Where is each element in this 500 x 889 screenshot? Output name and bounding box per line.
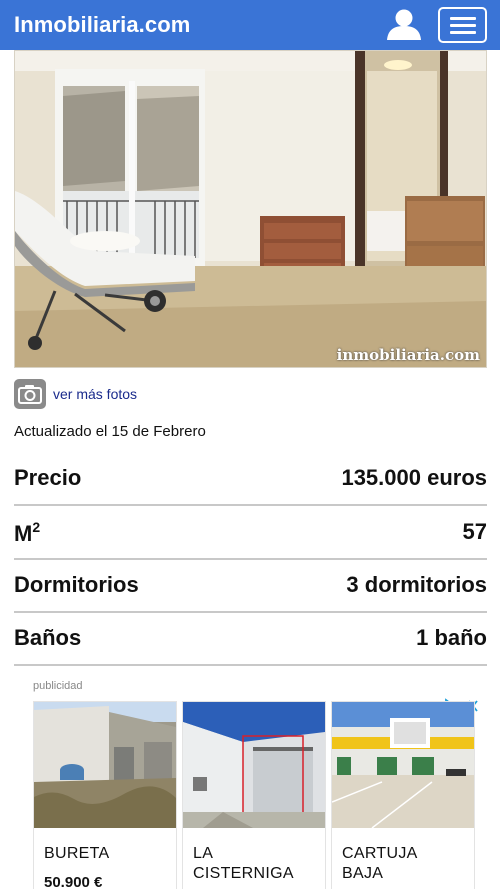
- site-logo[interactable]: Inmobiliaria.com: [14, 12, 190, 38]
- more-photos-link[interactable]: ver más fotos: [53, 386, 137, 402]
- ad-price: 50.900 €: [44, 874, 103, 889]
- bathrooms-label: Baños: [14, 625, 82, 650]
- price-row: Precio 135.000 euros: [14, 453, 487, 506]
- ad-title: BURETA: [44, 845, 110, 862]
- ad-card[interactable]: BURETA 50.900 €: [33, 701, 177, 889]
- bedrooms-row: Dormitorios 3 dormitorios: [14, 560, 487, 613]
- bathrooms-value: 1 baño: [416, 625, 487, 650]
- top-bar: Inmobiliaria.com: [0, 0, 500, 50]
- photo-watermark: inmobiliaria.com: [336, 346, 480, 364]
- area-value: 57: [462, 519, 487, 544]
- ad-label: publicidad: [33, 680, 83, 692]
- bathrooms-row: Baños 1 baño: [14, 613, 487, 666]
- user-icon[interactable]: [384, 5, 424, 43]
- ad-card[interactable]: LA CISTERNIGA: [182, 701, 326, 889]
- updated-date: Actualizado el 15 de Febrero: [14, 423, 206, 440]
- camera-icon[interactable]: [14, 379, 46, 409]
- menu-line: [450, 24, 476, 27]
- bedrooms-label: Dormitorios: [14, 572, 139, 597]
- ad-card[interactable]: CARTUJA BAJA: [331, 701, 475, 889]
- price-value: 135.000 euros: [341, 465, 487, 490]
- ad-title: CARTUJA BAJA: [342, 845, 418, 882]
- hamburger-menu-button[interactable]: [438, 7, 487, 43]
- property-photo[interactable]: inmobiliaria.com: [14, 50, 487, 368]
- price-label: Precio: [14, 465, 82, 490]
- bedrooms-value: 3 dormitorios: [346, 572, 487, 597]
- ad-title: LA CISTERNIGA: [193, 845, 294, 882]
- area-label: M2: [14, 519, 41, 546]
- menu-line: [450, 17, 476, 20]
- area-row: M2 57: [14, 507, 487, 560]
- menu-line: [450, 31, 476, 34]
- ad-carousel: BURETA 50.900 € LA CISTERNIGA CARTUJA BA…: [33, 697, 480, 889]
